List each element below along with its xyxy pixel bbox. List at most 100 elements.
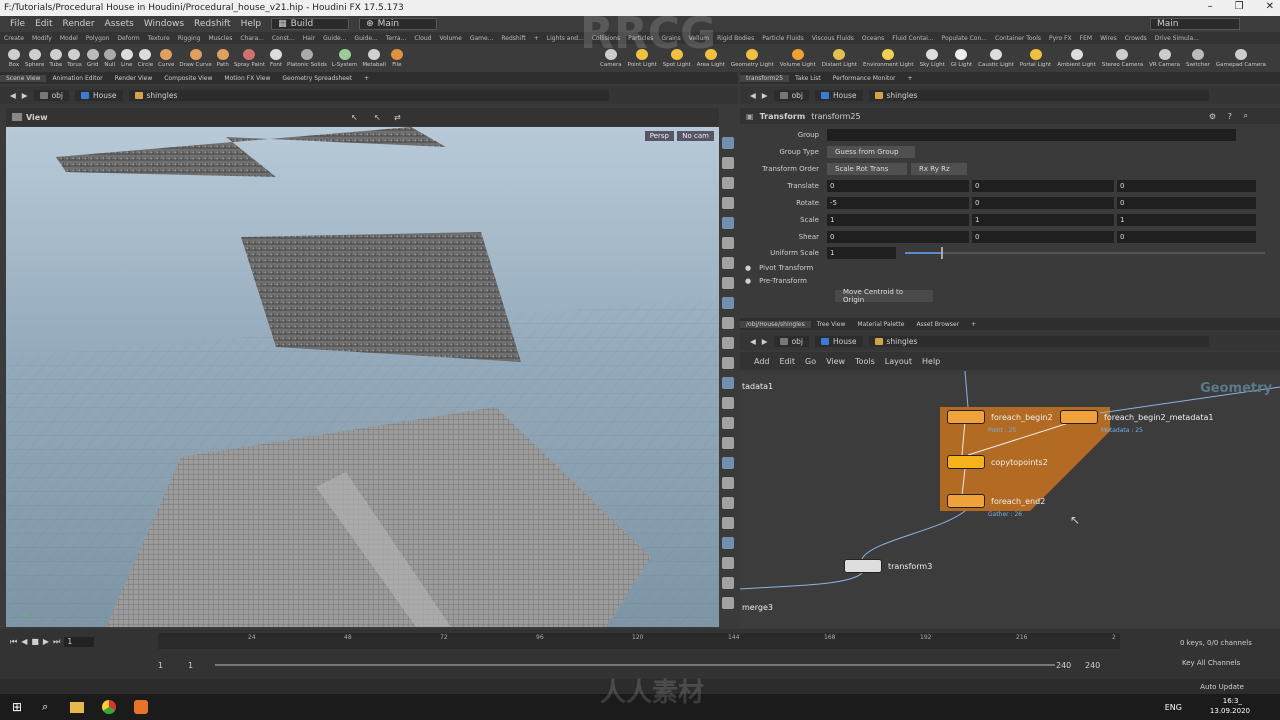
display-option-icon[interactable] <box>722 437 734 449</box>
display-option-icon[interactable] <box>722 157 734 169</box>
forward-arrow-icon[interactable]: ▶ <box>762 337 768 346</box>
playback-start-field[interactable]: 1 <box>188 661 193 670</box>
shelf-tool[interactable]: L-System <box>332 48 357 68</box>
shelf-tab[interactable]: Guide... <box>319 35 350 42</box>
shelf-tool[interactable]: File <box>390 48 403 68</box>
tab-geometry-spreadsheet[interactable]: Geometry Spreadsheet <box>276 75 358 82</box>
playback-end-field[interactable]: 240 <box>1056 661 1071 670</box>
uniform-scale-field[interactable]: 1 <box>827 247 899 259</box>
shelf-tab[interactable]: Crowds <box>1121 35 1151 42</box>
menu-help[interactable]: Help <box>241 19 262 29</box>
add-tab-button[interactable]: + <box>965 321 982 328</box>
back-arrow-icon[interactable]: ◀ <box>750 91 756 100</box>
forward-arrow-icon[interactable]: ▶ <box>22 91 28 100</box>
display-option-icon[interactable] <box>722 497 734 509</box>
snap-icon[interactable]: ↖ <box>374 113 381 122</box>
display-option-icon[interactable] <box>722 577 734 589</box>
shelf-tool[interactable]: Stereo Camera <box>1102 48 1143 68</box>
shelf-tab[interactable]: Game... <box>466 35 498 42</box>
shelf-tool[interactable]: Line <box>120 48 133 68</box>
shelf-tab[interactable]: Hair <box>299 35 319 42</box>
persp-button[interactable]: Persp <box>644 131 674 141</box>
shelf-tab[interactable]: + <box>530 35 543 42</box>
rotate-z-field[interactable]: 0 <box>1117 197 1259 209</box>
tab-motion-fx-view[interactable]: Motion FX View <box>218 75 276 82</box>
node-merge[interactable]: merge3 <box>742 603 773 612</box>
shelf-tab[interactable]: Lights and... <box>543 35 588 42</box>
shelf-tool[interactable]: Spray Paint <box>234 48 265 68</box>
scale-y-field[interactable]: 1 <box>972 214 1117 226</box>
help-icon[interactable]: ? <box>1228 112 1232 121</box>
shelf-tool[interactable]: Torus <box>67 48 82 68</box>
houdini-icon[interactable] <box>134 700 149 714</box>
menu-edit[interactable]: Edit <box>35 19 52 29</box>
net-menu-go[interactable]: Go <box>805 357 816 366</box>
windows-start-icon[interactable]: ⊞ <box>12 700 22 714</box>
node-copytopoints[interactable]: copytopoints2 <box>947 455 1048 469</box>
shelf-tool[interactable]: Area Light <box>697 48 725 68</box>
shelf-tool[interactable]: Null <box>103 48 116 68</box>
path-obj[interactable]: obj <box>773 89 809 101</box>
key-all-channels-button[interactable]: Key All Channels <box>1182 659 1240 667</box>
node-foreach-end[interactable]: foreach_end2 <box>947 494 1045 508</box>
node-foreach-meta[interactable]: foreach_begin2_metadata1 <box>1060 410 1213 424</box>
shelf-tab[interactable]: Create <box>0 35 28 42</box>
transform-order-dropdown[interactable]: Scale Rot Trans <box>827 163 907 175</box>
node-foreach-begin[interactable]: foreach_begin2 <box>947 410 1053 424</box>
group-field[interactable] <box>827 129 1239 141</box>
right-desk-dropdown[interactable]: Main <box>1150 18 1240 30</box>
scale-x-field[interactable]: 1 <box>827 214 972 226</box>
shelf-tab[interactable]: Modify <box>28 35 56 42</box>
play-icon[interactable]: ▶ <box>43 637 49 647</box>
shelf-tab[interactable]: Deform <box>113 35 143 42</box>
scale-z-field[interactable]: 1 <box>1117 214 1259 226</box>
path-obj[interactable]: obj <box>33 89 69 101</box>
display-option-icon[interactable] <box>722 557 734 569</box>
display-option-icon[interactable] <box>722 297 734 309</box>
shear-y-field[interactable]: 0 <box>972 231 1117 243</box>
shelf-tab[interactable]: Terra... <box>382 35 411 42</box>
shelf-tool[interactable]: Switcher <box>1186 48 1210 68</box>
shelf-tab[interactable]: Wires <box>1096 35 1121 42</box>
display-option-icon[interactable] <box>722 357 734 369</box>
chrome-icon[interactable] <box>102 700 117 714</box>
slider-handle[interactable] <box>941 247 943 259</box>
shelf-tool[interactable]: Distant Light <box>822 48 857 68</box>
menu-redshift[interactable]: Redshift <box>194 19 231 29</box>
shelf-tool[interactable]: GI Light <box>951 48 972 68</box>
tab-render-view[interactable]: Render View <box>109 75 159 82</box>
shelf-tool[interactable]: Path <box>217 48 229 68</box>
camera-button[interactable]: No cam <box>677 131 714 141</box>
back-arrow-icon[interactable]: ◀ <box>10 91 16 100</box>
range-slider[interactable] <box>215 664 1055 666</box>
desktop-dropdown[interactable]: ▦ Build <box>271 18 350 30</box>
shelf-tab[interactable]: Collisions <box>588 35 624 42</box>
shelf-tab[interactable]: Redshift <box>497 35 529 42</box>
rotation-order-dropdown[interactable]: Rx Ry Rz <box>911 163 967 175</box>
shelf-tool[interactable]: Metaball <box>362 48 386 68</box>
tab-asset-browser[interactable]: Asset Browser <box>910 321 965 328</box>
file-explorer-icon[interactable] <box>70 701 85 713</box>
shelf-tab[interactable]: Container Tools <box>991 35 1045 42</box>
shelf-tab[interactable]: Pyro FX <box>1045 35 1076 42</box>
translate-y-field[interactable]: 0 <box>972 180 1117 192</box>
node-name-field[interactable]: transform25 <box>811 112 860 121</box>
language-indicator[interactable]: ENG <box>1165 703 1182 712</box>
shelf-tool[interactable]: Spot Light <box>663 48 691 68</box>
3d-viewport[interactable]: Persp No cam ⟂ <box>6 127 719 627</box>
shelf-tool[interactable]: Volume Light <box>780 48 816 68</box>
shelf-tab[interactable]: Particle Fluids <box>758 35 808 42</box>
shelf-tab[interactable]: Chara... <box>236 35 268 42</box>
display-option-icon[interactable] <box>722 217 734 229</box>
folder-pivot[interactable]: ● Pivot Transform <box>745 261 813 275</box>
net-menu-add[interactable]: Add <box>754 357 770 366</box>
tab-scene-view[interactable]: Scene View <box>0 74 47 82</box>
menu-file[interactable]: File <box>10 19 25 29</box>
display-option-icon[interactable] <box>722 257 734 269</box>
shelf-tool[interactable]: Portal Light <box>1020 48 1051 68</box>
net-menu-edit[interactable]: Edit <box>780 357 796 366</box>
shelf-tool[interactable]: Point Light <box>628 48 657 68</box>
shelf-tab[interactable]: Guide... <box>350 35 381 42</box>
shelf-tab[interactable]: Viscous Fluids <box>808 35 858 42</box>
add-tab-button[interactable]: + <box>358 75 375 82</box>
